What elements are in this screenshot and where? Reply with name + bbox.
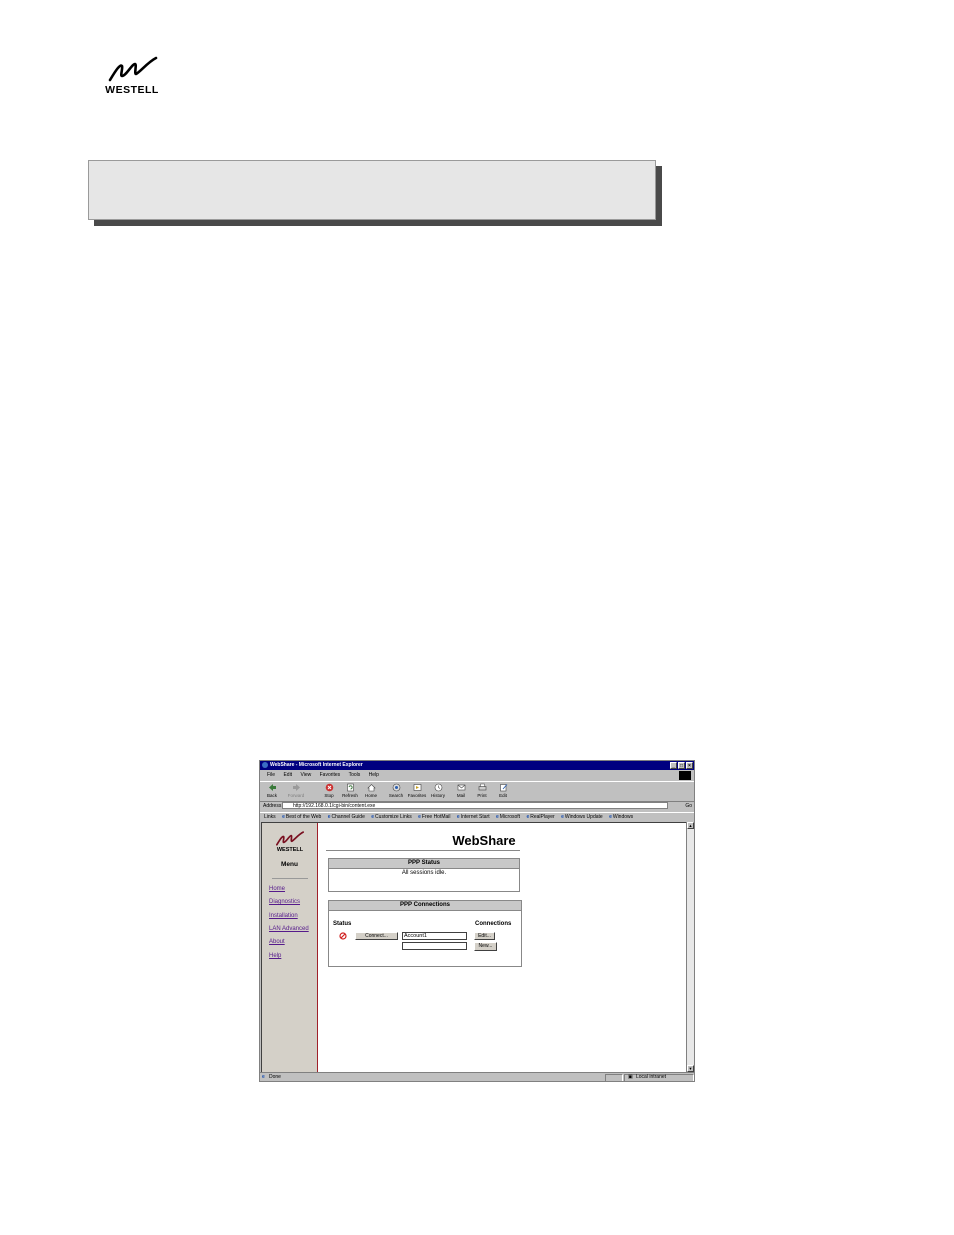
menu-file[interactable]: File <box>267 772 275 778</box>
section-title-box <box>88 160 656 220</box>
menu-favorites[interactable]: Favorites <box>320 772 341 778</box>
ppp-status-panel: PPP Status All sessions idle. <box>328 858 520 892</box>
close-button[interactable]: × <box>686 762 693 769</box>
search-icon <box>392 783 400 792</box>
status-column-label: Status <box>333 921 352 927</box>
history-button[interactable]: History <box>428 783 448 798</box>
status-bar: e Done ▣ Local intranet <box>260 1072 694 1081</box>
favorites-button[interactable]: Favorites <box>407 783 427 798</box>
link-microsoft[interactable]: Microsoft <box>496 814 520 820</box>
ie-icon <box>262 762 268 768</box>
stop-button[interactable]: Stop <box>319 783 339 798</box>
favorites-icon <box>413 784 421 791</box>
connections-column-label: Connections <box>475 921 512 927</box>
intranet-zone-icon: ▣ <box>628 1074 633 1080</box>
print-button[interactable]: Print <box>472 783 492 798</box>
link-channel-guide[interactable]: Channel Guide <box>328 814 365 820</box>
address-label: Address <box>263 803 282 809</box>
links-label: Links <box>264 814 276 820</box>
zone-text: Local intranet <box>636 1074 667 1080</box>
webshare-logo-text: WESTELL <box>276 847 304 853</box>
nav-about[interactable]: About <box>269 939 285 945</box>
maximize-button[interactable]: □ <box>678 762 685 769</box>
logo-text: WESTELL <box>105 84 159 96</box>
history-icon <box>434 783 442 792</box>
browser-toolbar: Back Forward Stop Refresh Home Search Fa… <box>260 781 694 802</box>
ppp-connections-heading: PPP Connections <box>329 901 521 911</box>
search-button[interactable]: Search <box>386 783 406 798</box>
nav-lan-advanced[interactable]: LAN Advanced <box>269 926 309 932</box>
westell-swoosh-icon <box>276 831 304 846</box>
new-connection-button[interactable]: New... <box>474 942 497 951</box>
webshare-logo: WESTELL <box>270 831 310 857</box>
refresh-icon <box>346 783 354 792</box>
menu-tools[interactable]: Tools <box>349 772 361 778</box>
address-bar: Address http://192.168.0.1/cgi-bin/conte… <box>260 801 694 811</box>
menu-view[interactable]: View <box>300 772 311 778</box>
mail-icon <box>457 784 465 791</box>
back-button[interactable]: Back <box>262 783 282 798</box>
content-frame: WebShare PPP Status All sessions idle. P… <box>318 823 686 1072</box>
browser-screenshot: WebShare - Microsoft Internet Explorer _… <box>259 760 695 1082</box>
home-icon <box>366 784 376 792</box>
back-arrow-icon <box>268 784 276 791</box>
forward-arrow-icon <box>292 784 300 791</box>
vertical-scrollbar[interactable]: ▲ ▼ <box>686 822 694 1073</box>
account-name-field-empty[interactable] <box>402 942 467 950</box>
scroll-down-icon[interactable]: ▼ <box>687 1065 694 1072</box>
link-windows-update[interactable]: Windows Update <box>561 814 603 820</box>
stop-icon <box>325 783 333 792</box>
page-done-icon: e <box>262 1074 265 1080</box>
refresh-button[interactable]: Refresh <box>340 783 360 798</box>
nav-diagnostics[interactable]: Diagnostics <box>269 899 300 905</box>
menu-bar: File Edit View Favorites Tools Help <box>260 771 694 780</box>
ppp-connections-panel: PPP Connections Status Connections Conne… <box>328 900 522 967</box>
link-customize-links[interactable]: Customize Links <box>371 814 411 820</box>
window-title: WebShare - Microsoft Internet Explorer <box>270 762 363 768</box>
link-windows[interactable]: Windows <box>609 814 633 820</box>
go-button[interactable]: Go <box>685 801 692 811</box>
home-button[interactable]: Home <box>361 783 381 798</box>
links-bar: Links Best of the Web Channel Guide Cust… <box>260 812 694 822</box>
edit-connection-button[interactable]: Edit... <box>474 932 495 940</box>
menu-help[interactable]: Help <box>369 772 379 778</box>
nav-home[interactable]: Home <box>269 886 285 892</box>
scroll-up-icon[interactable]: ▲ <box>687 822 694 829</box>
link-internet-start[interactable]: Internet Start <box>457 814 490 820</box>
title-divider <box>326 850 520 851</box>
print-icon <box>478 783 486 791</box>
minimize-button[interactable]: _ <box>670 762 677 769</box>
link-best-of-web[interactable]: Best of the Web <box>282 814 321 820</box>
forward-button[interactable]: Forward <box>286 783 306 798</box>
page-viewport: WESTELL Menu Home Diagnostics Installati… <box>261 822 688 1073</box>
nav-help[interactable]: Help <box>269 953 281 959</box>
status-panel <box>605 1074 623 1081</box>
link-realplayer[interactable]: RealPlayer <box>526 814 554 820</box>
address-input[interactable]: http://192.168.0.1/cgi-bin/content.exe <box>282 802 668 809</box>
westell-swoosh-icon <box>108 56 158 82</box>
window-titlebar: WebShare - Microsoft Internet Explorer _… <box>260 761 694 770</box>
mail-button[interactable]: Mail <box>451 783 471 798</box>
menu-frame: WESTELL Menu Home Diagnostics Installati… <box>262 823 318 1072</box>
menu-edit[interactable]: Edit <box>283 772 292 778</box>
ie-throbber-icon <box>679 771 691 780</box>
link-free-hotmail[interactable]: Free HotMail <box>418 814 450 820</box>
menu-divider <box>272 878 308 879</box>
idle-status-icon <box>339 932 347 940</box>
menu-heading: Menu <box>281 861 298 868</box>
westell-logo: WESTELL <box>96 56 168 100</box>
ppp-status-heading: PPP Status <box>329 859 519 869</box>
connect-button[interactable]: Connect... <box>355 932 398 940</box>
page-title: WebShare <box>452 833 516 848</box>
edit-button[interactable]: Edit <box>493 783 513 798</box>
nav-installation[interactable]: Installation <box>269 913 298 919</box>
ppp-status-message: All sessions idle. <box>401 870 447 876</box>
edit-icon <box>499 784 507 792</box>
status-text: Done <box>269 1074 281 1080</box>
account-name-field[interactable]: Account1 <box>402 932 467 940</box>
